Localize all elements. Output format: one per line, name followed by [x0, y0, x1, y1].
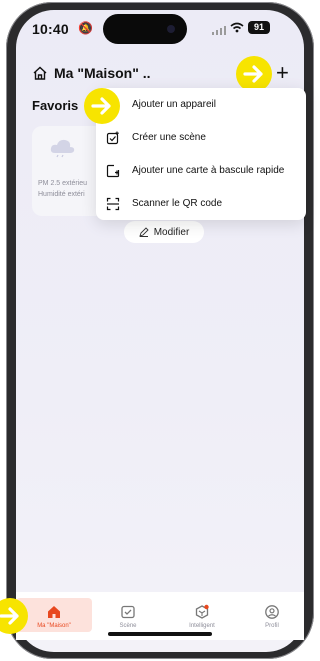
home-selector[interactable]: Ma "Maison" .. — [32, 58, 151, 88]
menu-item-add-device[interactable]: Ajouter un appareil — [96, 88, 306, 121]
menu-item-scan-qr[interactable]: Scanner le QR code — [96, 187, 306, 220]
menu-item-create-scene[interactable]: Créer une scène — [96, 121, 306, 154]
arrow-pointer-icon — [236, 56, 272, 92]
tab-label-profile: Profil — [265, 623, 279, 629]
status-time: 10:40 — [32, 21, 69, 37]
scene-icon — [121, 605, 135, 619]
signal-icon — [212, 25, 226, 35]
add-menu: Ajouter un appareil Créer une scène Ajou… — [96, 88, 306, 220]
add-card-icon — [106, 164, 120, 177]
menu-label-scan-qr: Scanner le QR code — [132, 198, 223, 209]
tab-label-home: Ma "Maison" — [37, 623, 71, 629]
modifier-label: Modifier — [153, 226, 190, 238]
menu-label-add-card: Ajouter une carte à bascule rapide — [132, 165, 285, 176]
dynamic-island — [103, 14, 187, 44]
qr-scan-icon — [106, 197, 120, 210]
arrow-pointer-icon — [84, 88, 120, 124]
tab-label-intelligent: Intelligent — [189, 623, 215, 629]
wifi-icon — [230, 22, 244, 36]
modifier-button[interactable]: Modifier — [124, 221, 204, 243]
menu-item-add-card[interactable]: Ajouter une carte à bascule rapide — [96, 154, 306, 187]
tab-profile[interactable]: Profil — [240, 598, 304, 638]
tab-label-scene: Scène — [119, 623, 137, 629]
menu-label-add-device: Ajouter un appareil — [132, 99, 216, 110]
section-favoris: Favoris — [32, 98, 79, 113]
home-title: Ma "Maison" .. — [54, 65, 151, 81]
cloud-icon — [50, 139, 75, 158]
home-outline-icon — [33, 66, 47, 80]
create-scene-icon — [106, 131, 119, 144]
pm25-label: PM 2.5 extérieu — [38, 180, 88, 187]
home-icon — [48, 606, 60, 618]
tab-home[interactable]: Ma "Maison" — [22, 598, 86, 638]
bell-mute-icon: 🔕 — [78, 21, 93, 35]
humidity-label: Humidité extéri — [38, 191, 85, 198]
menu-label-create-scene: Créer une scène — [132, 132, 206, 143]
battery-indicator: 91 — [248, 21, 270, 34]
home-indicator — [108, 632, 212, 636]
add-plus-button[interactable]: + — [276, 62, 289, 84]
intelligent-icon — [195, 604, 209, 619]
edit-pencil-icon — [138, 227, 149, 237]
profile-icon — [265, 605, 279, 619]
